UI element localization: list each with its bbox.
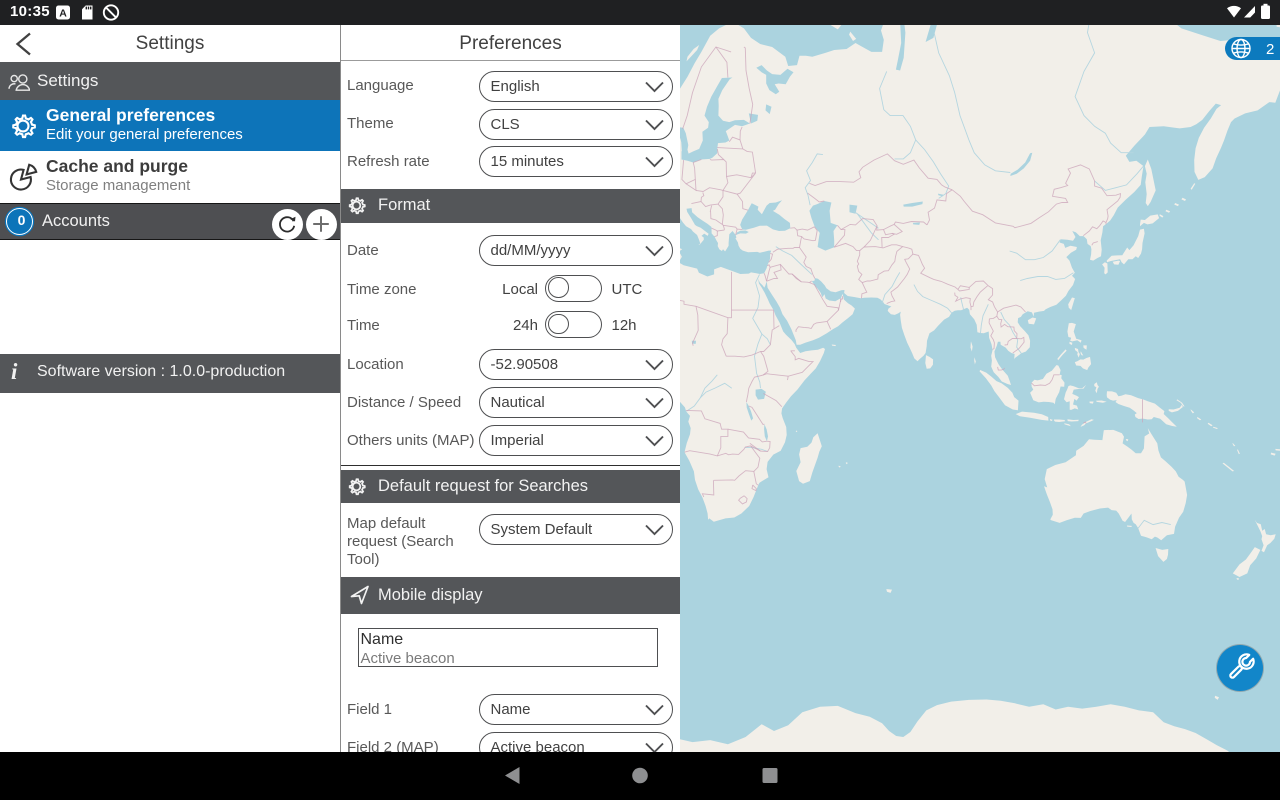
svg-text:A: A [59, 8, 67, 20]
svg-text:2: 2 [1266, 41, 1274, 58]
